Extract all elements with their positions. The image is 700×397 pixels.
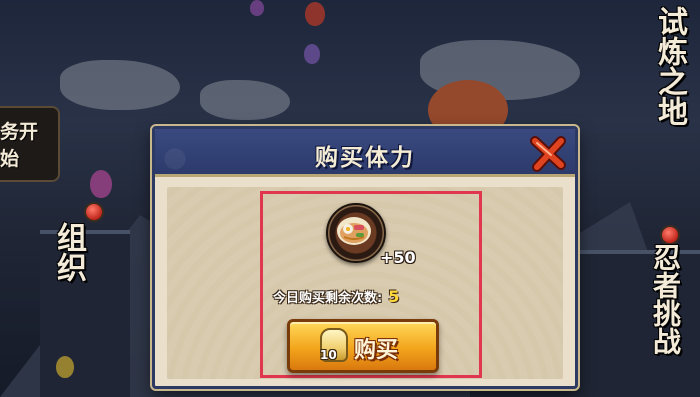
trial-ground-label: 试炼之地: [652, 6, 687, 126]
dialog-title: 购买体力: [315, 144, 415, 171]
buy-button-label: 购买: [354, 337, 399, 363]
stamina-amount: +50: [380, 248, 416, 267]
trial-ground-button[interactable]: 试炼之地: [650, 6, 688, 126]
ninja-challenge-label: 忍者挑战: [649, 243, 682, 355]
dialog-header: 购买体力: [155, 129, 575, 177]
buy-button[interactable]: 10 购买: [287, 319, 439, 373]
ninja-challenge-button[interactable]: 忍者挑战: [648, 243, 682, 355]
mission-start-label: 务开始: [0, 121, 39, 170]
remaining-purchases-label: 今日购买剩余次数:: [273, 291, 383, 306]
buy-cost: 10: [320, 348, 337, 362]
close-icon[interactable]: [527, 133, 569, 175]
mission-start-tag[interactable]: 务开始: [0, 106, 60, 182]
organization-label: 组织: [51, 222, 86, 282]
remaining-purchases-row: 今日购买剩余次数: 5: [273, 287, 399, 306]
notification-dot: [660, 225, 680, 245]
notification-dot: [84, 202, 104, 222]
organization-button[interactable]: 组织: [46, 222, 90, 282]
remaining-purchases-value: 5: [388, 287, 400, 306]
ramen-bowl-icon: [326, 203, 386, 263]
game-screen: 务开始 组织 试炼之地 忍者挑战 购买体力 +50 今日购买剩余次数: 5 10…: [0, 0, 700, 397]
